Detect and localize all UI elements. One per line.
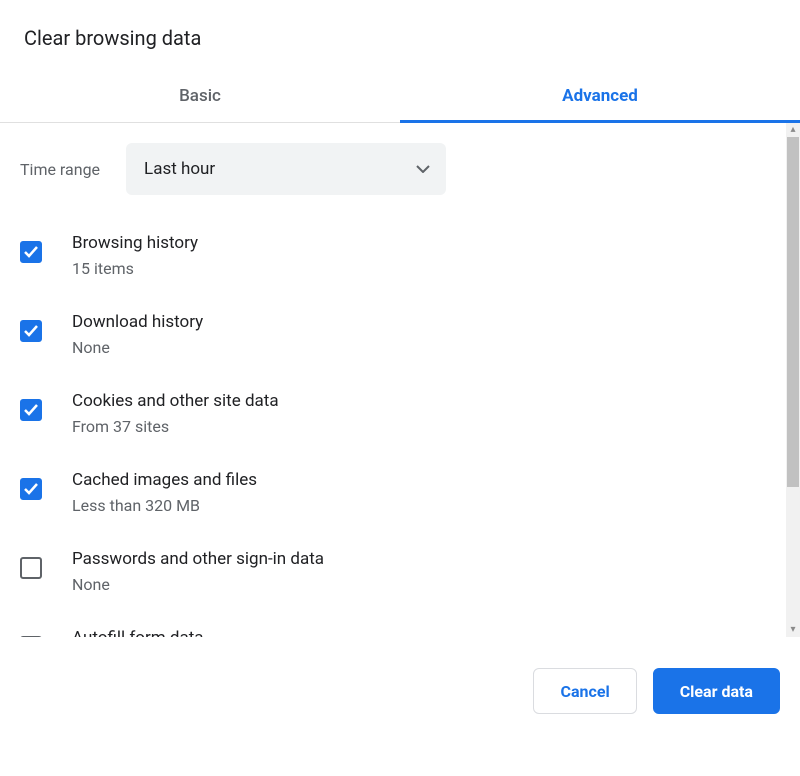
checkbox-browsing-history[interactable] xyxy=(20,241,42,263)
item-cached: Cached images and files Less than 320 MB xyxy=(20,460,766,539)
checkbox-download-history[interactable] xyxy=(20,320,42,342)
item-subtext: 15 items xyxy=(72,259,198,278)
tabs: Basic Advanced xyxy=(0,72,800,123)
item-passwords: Passwords and other sign-in data None xyxy=(20,539,766,618)
item-title: Download history xyxy=(72,312,203,332)
advanced-panel: Time range Last hour Browsing history 15… xyxy=(0,123,786,637)
scroll-down-icon[interactable]: ▾ xyxy=(786,623,800,637)
item-autofill: Autofill form data xyxy=(20,618,766,637)
time-range-row: Time range Last hour xyxy=(20,143,766,195)
item-subtext: From 37 sites xyxy=(72,417,279,436)
item-browsing-history: Browsing history 15 items xyxy=(20,223,766,302)
item-subtext: None xyxy=(72,575,324,594)
item-title: Passwords and other sign-in data xyxy=(72,549,324,569)
scrollbar-thumb[interactable] xyxy=(787,137,799,487)
cancel-button[interactable]: Cancel xyxy=(533,668,636,714)
checkbox-cookies[interactable] xyxy=(20,399,42,421)
item-title: Cookies and other site data xyxy=(72,391,279,411)
checkbox-passwords[interactable] xyxy=(20,557,42,579)
checkbox-cached[interactable] xyxy=(20,478,42,500)
item-cookies: Cookies and other site data From 37 site… xyxy=(20,381,766,460)
item-subtext: Less than 320 MB xyxy=(72,496,257,515)
dialog-title: Clear browsing data xyxy=(0,0,800,72)
item-download-history: Download history None xyxy=(20,302,766,381)
dialog-footer: Cancel Clear data xyxy=(533,668,780,714)
checkbox-autofill[interactable] xyxy=(20,636,42,637)
caret-down-icon xyxy=(416,165,430,173)
item-title: Browsing history xyxy=(72,233,198,253)
tab-basic[interactable]: Basic xyxy=(0,72,400,122)
item-title: Cached images and files xyxy=(72,470,257,490)
time-range-label: Time range xyxy=(20,160,100,179)
clear-browsing-data-dialog: Clear browsing data Basic Advanced Time … xyxy=(0,0,800,637)
scroll-up-icon[interactable]: ▴ xyxy=(786,123,800,137)
clear-data-button[interactable]: Clear data xyxy=(653,668,780,714)
time-range-select[interactable]: Last hour xyxy=(126,143,446,195)
time-range-value: Last hour xyxy=(144,159,215,179)
tab-advanced[interactable]: Advanced xyxy=(400,72,800,122)
item-title: Autofill form data xyxy=(72,628,204,637)
items-list: Browsing history 15 items Download histo… xyxy=(20,223,766,637)
panel-wrap: Time range Last hour Browsing history 15… xyxy=(0,123,800,637)
scrollbar[interactable]: ▴ ▾ xyxy=(786,123,800,637)
item-subtext: None xyxy=(72,338,203,357)
